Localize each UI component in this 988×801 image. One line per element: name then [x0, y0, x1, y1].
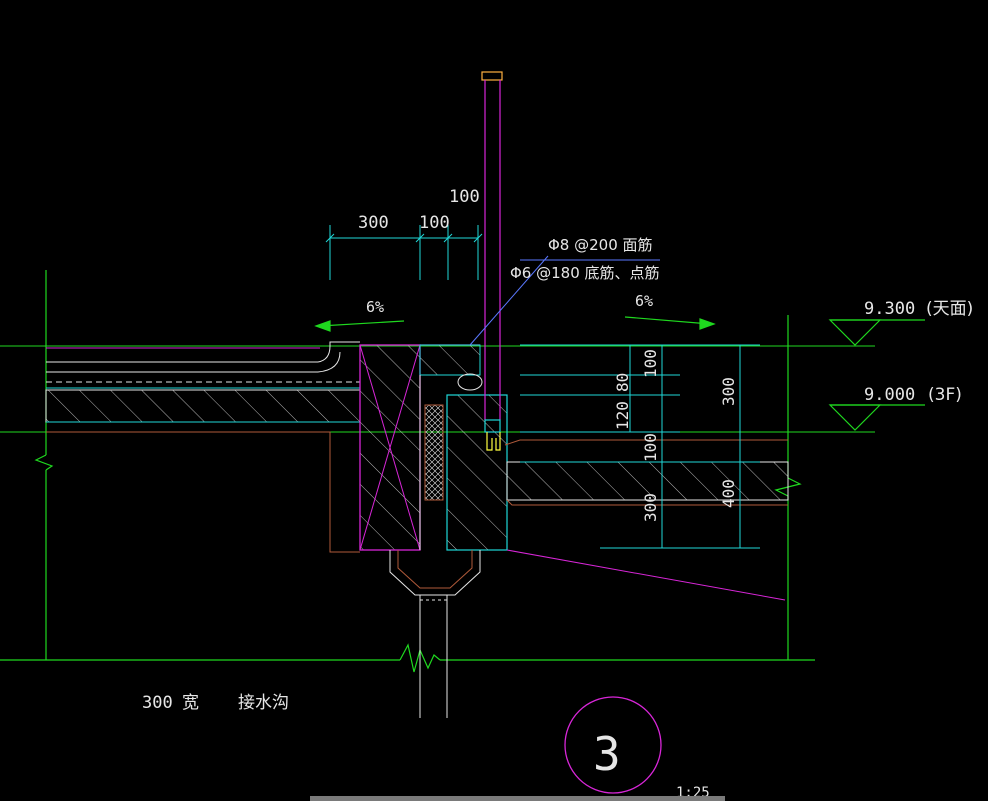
dim-right-300-b: 300	[641, 493, 660, 522]
slope-right-label: 6%	[635, 292, 653, 310]
level-roof-note: (天面)	[926, 299, 973, 319]
dim-right-100-b: 100	[641, 433, 660, 462]
dim-right-400: 400	[719, 479, 738, 508]
level-floor-note: (3F)	[928, 385, 962, 405]
detail-marker-number: 3	[593, 727, 621, 781]
dim-right-80: 80	[613, 373, 632, 392]
caption-name: 接水沟	[238, 693, 289, 713]
top-dimensions	[325, 225, 483, 280]
detail-drawing: 300 100 100 Φ8 @200 面筋 Φ6 @180 底筋、点筋 6% …	[0, 71, 973, 801]
dim-top-100-a: 100	[419, 213, 450, 233]
rebar-bottom-note: Φ6 @180 底筋、点筋	[510, 264, 660, 282]
dim-right-100-a: 100	[641, 349, 660, 378]
level-floor-value: 9.000	[864, 385, 915, 405]
caption-word-width: 宽	[182, 693, 199, 713]
dim-right-300-a: 300	[719, 377, 738, 406]
slope-arrows	[314, 316, 716, 332]
ground-line	[0, 643, 815, 673]
slope-left-label: 6%	[366, 298, 384, 316]
dim-top-300: 300	[358, 213, 389, 233]
left-ceiling	[46, 431, 360, 553]
left-roof-layers	[46, 341, 360, 389]
dim-right-120: 120	[613, 401, 632, 430]
rebar-top-note: Φ8 @200 面筋	[548, 236, 653, 254]
left-boundary	[34, 270, 54, 660]
level-roof-value: 9.300	[864, 299, 915, 319]
right-beam	[446, 394, 508, 551]
downpipe	[389, 550, 481, 718]
level-markers	[828, 319, 925, 431]
left-slab	[45, 389, 361, 423]
dim-top-100-b: 100	[449, 187, 480, 207]
horizontal-scrollbar[interactable]	[310, 796, 725, 801]
right-dimensions	[520, 344, 760, 549]
railing-post	[481, 71, 503, 451]
caption-width: 300	[142, 693, 173, 713]
